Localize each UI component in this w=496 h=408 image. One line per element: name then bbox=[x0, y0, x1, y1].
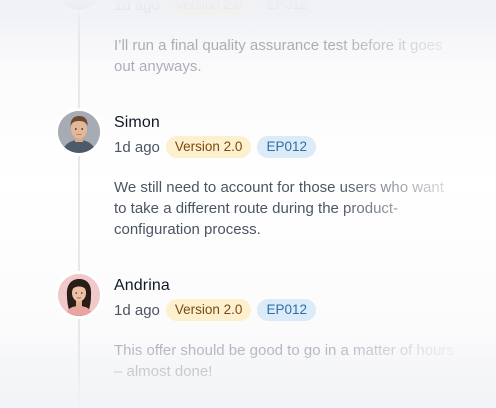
version-badge: Version 2.0 bbox=[165, 136, 252, 158]
timestamp: 1d ago bbox=[114, 301, 160, 319]
activity-feed: 1d ago Version 2.0 EP012 I’ll run a fina… bbox=[0, 0, 496, 408]
entry-meta: 1d ago Version 2.0 EP012 bbox=[114, 136, 316, 158]
entry-meta: 1d ago Version 2.0 EP012 bbox=[114, 0, 316, 16]
avatar bbox=[58, 111, 100, 153]
version-badge: Version 2.0 bbox=[165, 0, 252, 16]
ticket-badge: EP012 bbox=[257, 299, 316, 321]
timestamp: 1d ago bbox=[114, 0, 160, 14]
ticket-badge: EP012 bbox=[257, 0, 316, 16]
entry-message: We still need to account for those users… bbox=[114, 179, 444, 238]
avatar bbox=[58, 0, 100, 10]
entry-message: This offer should be good to go in a mat… bbox=[114, 342, 454, 380]
timeline-line bbox=[78, 0, 80, 408]
avatar bbox=[58, 274, 100, 316]
version-badge: Version 2.0 bbox=[165, 299, 252, 321]
author-name: Simon bbox=[114, 114, 160, 131]
timestamp: 1d ago bbox=[114, 138, 160, 156]
entry-message: I’ll run a final quality assurance test … bbox=[114, 37, 443, 75]
ticket-badge: EP012 bbox=[257, 136, 316, 158]
entry-meta: 1d ago Version 2.0 EP012 bbox=[114, 299, 316, 321]
author-name: Andrina bbox=[114, 277, 170, 294]
